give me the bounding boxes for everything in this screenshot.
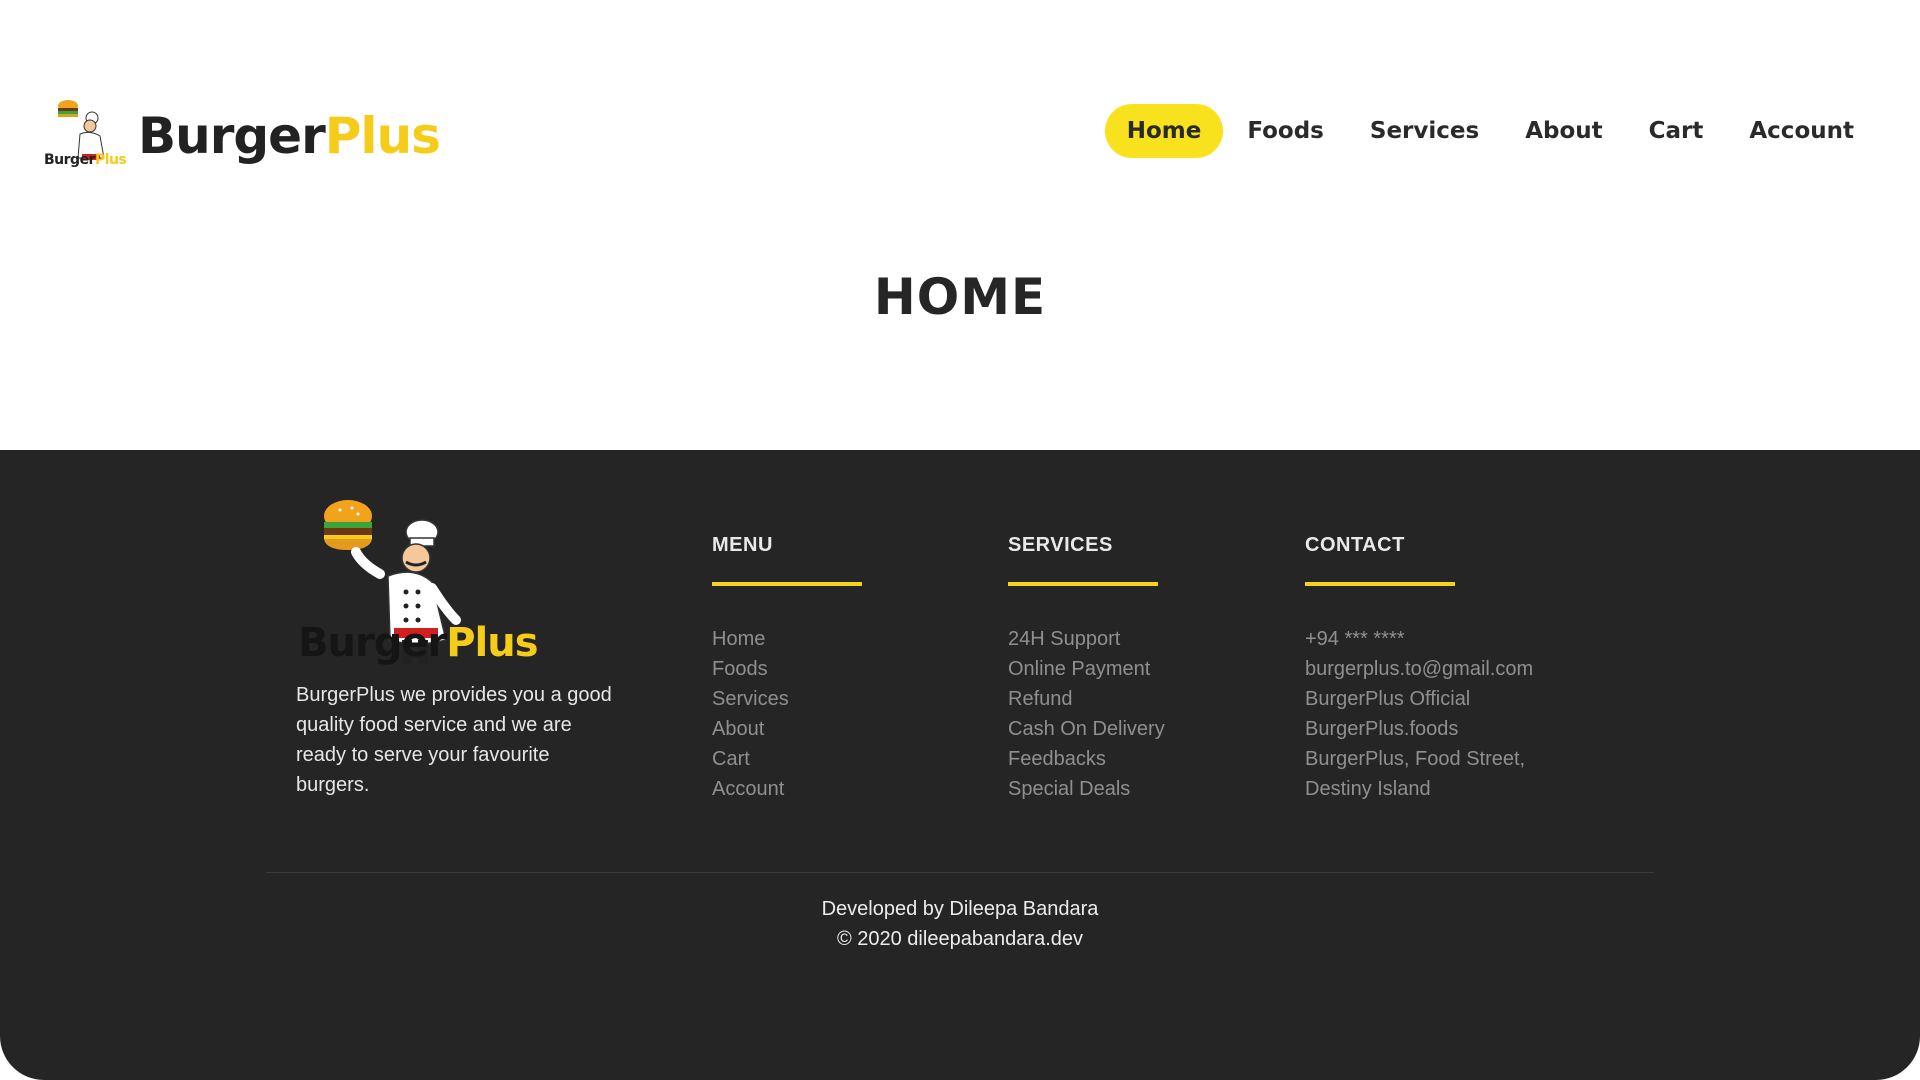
logo-text-burger: Burger (138, 107, 326, 165)
contact-address-line1: BurgerPlus, Food Street, (1305, 748, 1526, 770)
page-title: HOME (873, 268, 1047, 326)
footer-about: BurgerPlus BurgerPlus we provides you a … (296, 492, 626, 800)
contact-email[interactable]: burgerplus.to@gmail.com (1305, 654, 1575, 684)
footer-logo-text-plus: Plus (446, 620, 538, 666)
footer-link-24h-support[interactable]: 24H Support (1008, 624, 1278, 654)
footer-link-refund[interactable]: Refund (1008, 684, 1278, 714)
contact-facebook[interactable]: BurgerPlus Official (1305, 684, 1575, 714)
footer-contact-column: CONTACT +94 *** **** burgerplus.to@gmail… (1305, 534, 1575, 804)
nav-foods[interactable]: Foods (1225, 104, 1346, 158)
nav-about[interactable]: About (1503, 104, 1624, 158)
footer-link-feedbacks[interactable]: Feedbacks (1008, 744, 1278, 774)
nav-account[interactable]: Account (1727, 104, 1876, 158)
footer-logo-text-burger: Burger (298, 620, 447, 666)
nav-cart[interactable]: Cart (1627, 104, 1726, 158)
footer-menu-heading: MENU (712, 534, 773, 556)
logo-badge-part1: Burger (44, 152, 95, 168)
footer-link-services[interactable]: Services (712, 684, 982, 714)
nav-services[interactable]: Services (1348, 104, 1501, 158)
site-logo[interactable]: BurgerPlus BurgerPlus (44, 96, 441, 176)
logo-text-plus: Plus (324, 107, 441, 165)
footer-services-heading: SERVICES (1008, 534, 1113, 556)
contact-address-line2: Destiny Island (1305, 778, 1431, 800)
footer-link-about[interactable]: About (712, 714, 982, 744)
main-nav: Home Foods Services About Cart Account (1103, 104, 1876, 158)
footer-link-cash-on-delivery[interactable]: Cash On Delivery (1008, 714, 1278, 744)
logo-badge-part2: Plus (94, 152, 127, 168)
footer-link-foods[interactable]: Foods (712, 654, 982, 684)
footer-services-links: 24H Support Online Payment Refund Cash O… (1008, 624, 1278, 804)
footer-about-text: BurgerPlus we provides you a good qualit… (296, 684, 612, 796)
contact-instagram[interactable]: BurgerPlus.foods (1305, 714, 1575, 744)
footer-logo-wordmark: BurgerPlus (298, 620, 539, 666)
footer-link-online-payment[interactable]: Online Payment (1008, 654, 1278, 684)
credit-copyright[interactable]: © 2020 dileepabandara.dev (0, 924, 1920, 954)
site-header: BurgerPlus BurgerPlus Home Foods Service… (0, 0, 1920, 260)
chef-logo-icon: BurgerPlus (44, 96, 128, 176)
footer-link-home[interactable]: Home (712, 624, 982, 654)
footer-services-column: SERVICES 24H Support Online Payment Refu… (1008, 534, 1278, 804)
footer-logo: BurgerPlus (296, 492, 539, 672)
logo-wordmark: BurgerPlus (138, 111, 441, 161)
contact-phone[interactable]: +94 *** **** (1305, 624, 1575, 654)
credit-developer: Developed by Dileepa Bandara (821, 898, 1099, 920)
footer-link-special-deals[interactable]: Special Deals (1008, 774, 1278, 804)
footer-link-account[interactable]: Account (712, 774, 982, 804)
footer-menu-links: Home Foods Services About Cart Account (712, 624, 982, 804)
site-footer: BurgerPlus BurgerPlus we provides you a … (0, 450, 1920, 1080)
heading-underline (712, 582, 862, 586)
footer-divider (266, 872, 1654, 873)
footer-menu-column: MENU Home Foods Services About Cart Acco… (712, 534, 982, 804)
nav-home[interactable]: Home (1104, 104, 1224, 158)
footer-contact-heading: CONTACT (1305, 534, 1405, 556)
heading-underline (1008, 582, 1158, 586)
heading-underline (1305, 582, 1455, 586)
footer-contact-links: +94 *** **** burgerplus.to@gmail.com Bur… (1305, 624, 1575, 804)
footer-link-cart[interactable]: Cart (712, 744, 982, 774)
footer-credits: Developed by Dileepa Bandara © 2020 dile… (0, 894, 1920, 954)
